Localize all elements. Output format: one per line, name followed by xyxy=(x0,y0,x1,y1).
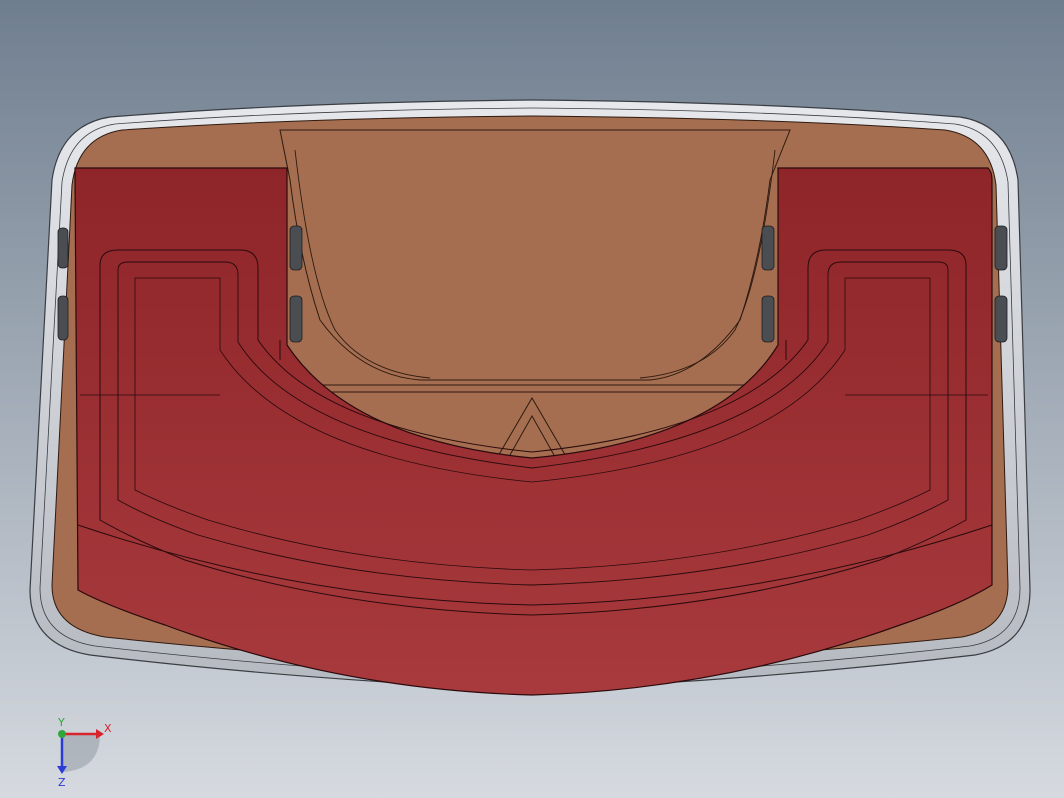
x-axis-arrow xyxy=(96,729,104,739)
cad-model-view[interactable] xyxy=(0,0,1064,798)
z-axis-label: Z xyxy=(58,776,66,789)
fastener xyxy=(761,295,775,343)
graphics-viewport[interactable]: X Y Z xyxy=(0,0,1064,798)
fastener xyxy=(289,225,303,271)
fastener xyxy=(761,225,775,271)
fastener xyxy=(57,227,69,269)
coordinate-triad[interactable]: X Y Z xyxy=(40,712,120,792)
fastener xyxy=(289,295,303,343)
fastener xyxy=(994,295,1008,343)
fastener xyxy=(994,225,1008,271)
fastener xyxy=(57,295,69,341)
x-axis-label: X xyxy=(104,722,112,735)
center-pocket xyxy=(279,129,791,381)
triad-shadow xyxy=(62,734,100,772)
y-axis-dot xyxy=(58,730,66,738)
y-axis-label: Y xyxy=(57,716,65,729)
